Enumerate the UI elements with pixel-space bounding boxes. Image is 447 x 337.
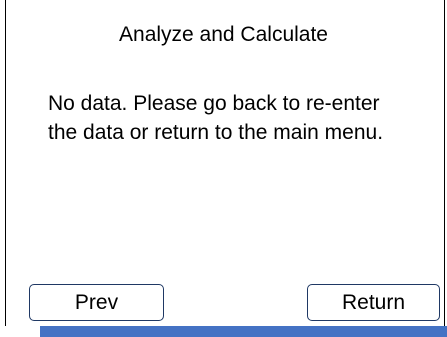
no-data-message: No data. Please go back to re-enter the … bbox=[48, 92, 384, 144]
prev-button[interactable]: Prev bbox=[29, 284, 164, 321]
return-button[interactable]: Return bbox=[307, 284, 440, 321]
screen-frame bbox=[5, 0, 445, 326]
bottom-accent-bar bbox=[40, 326, 447, 337]
analyze-calculate-screen: Analyze and Calculate No data. Please go… bbox=[0, 0, 447, 337]
page-title: Analyze and Calculate bbox=[119, 23, 328, 46]
